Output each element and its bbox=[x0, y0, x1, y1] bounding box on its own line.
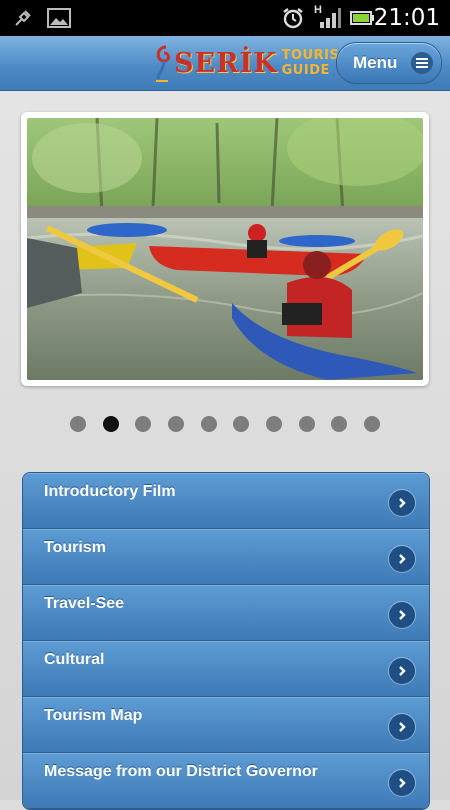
menu-item-label: Introductory Film bbox=[44, 483, 176, 500]
slideshow-pagination bbox=[70, 416, 380, 432]
menu-item-label: Message from our District Governor bbox=[44, 763, 318, 780]
logo-wordmark: SERİK bbox=[174, 47, 278, 79]
image-icon bbox=[46, 0, 72, 36]
hamburger-icon bbox=[411, 52, 433, 74]
page-dot[interactable] bbox=[298, 416, 315, 432]
network-type-label: H bbox=[314, 4, 322, 16]
page-dot[interactable] bbox=[331, 416, 348, 432]
menu-item-cultural[interactable]: Cultural bbox=[23, 641, 429, 697]
page-dot[interactable] bbox=[167, 416, 184, 432]
chevron-right-icon bbox=[389, 546, 415, 572]
menu-item-introductory-film[interactable]: Introductory Film bbox=[23, 473, 429, 529]
usb-debug-icon bbox=[12, 0, 34, 36]
menu-button-label: Menu bbox=[353, 53, 398, 72]
slideshow-frame[interactable] bbox=[21, 112, 429, 386]
page-dot[interactable] bbox=[70, 416, 86, 432]
signal-icon: H bbox=[312, 0, 342, 36]
page-dot-active[interactable] bbox=[102, 416, 119, 432]
menu-item-label: Cultural bbox=[44, 651, 105, 668]
menu-item-tourism[interactable]: Tourism bbox=[23, 529, 429, 585]
menu-button[interactable]: Menu bbox=[336, 42, 442, 84]
kayaking-scene-image bbox=[27, 118, 423, 380]
main-menu-list: Introductory Film Tourism Travel-See Cul… bbox=[22, 472, 430, 810]
menu-item-tourism-map[interactable]: Tourism Map bbox=[23, 697, 429, 753]
page-dot[interactable] bbox=[135, 416, 152, 432]
menu-item-label: Travel-See bbox=[44, 595, 125, 612]
page-dot[interactable] bbox=[200, 416, 217, 432]
clock: 21:01 bbox=[373, 5, 440, 31]
chevron-right-icon bbox=[389, 770, 415, 796]
chevron-right-icon bbox=[389, 490, 415, 516]
chevron-right-icon bbox=[389, 714, 415, 740]
chevron-right-icon bbox=[389, 602, 415, 628]
menu-item-label: Tourism Map bbox=[44, 707, 143, 724]
serik-logo: SERİK TOURISM GUIDE bbox=[152, 38, 353, 88]
status-bar: H 21:01 bbox=[0, 0, 450, 36]
menu-item-travel-see[interactable]: Travel-See bbox=[23, 585, 429, 641]
page-dot[interactable] bbox=[233, 416, 250, 432]
alarm-icon bbox=[281, 0, 305, 36]
page-dot[interactable] bbox=[265, 416, 282, 432]
app-header: SERİK TOURISM GUIDE Menu bbox=[0, 36, 450, 91]
page-dot[interactable] bbox=[363, 416, 380, 432]
menu-item-governor-message[interactable]: Message from our District Governor bbox=[23, 753, 429, 809]
menu-item-label: Tourism bbox=[44, 539, 106, 556]
chevron-right-icon bbox=[389, 658, 415, 684]
kayaking-photo[interactable] bbox=[27, 118, 423, 380]
swirl-emblem-icon bbox=[156, 45, 170, 82]
battery-icon bbox=[350, 0, 374, 36]
